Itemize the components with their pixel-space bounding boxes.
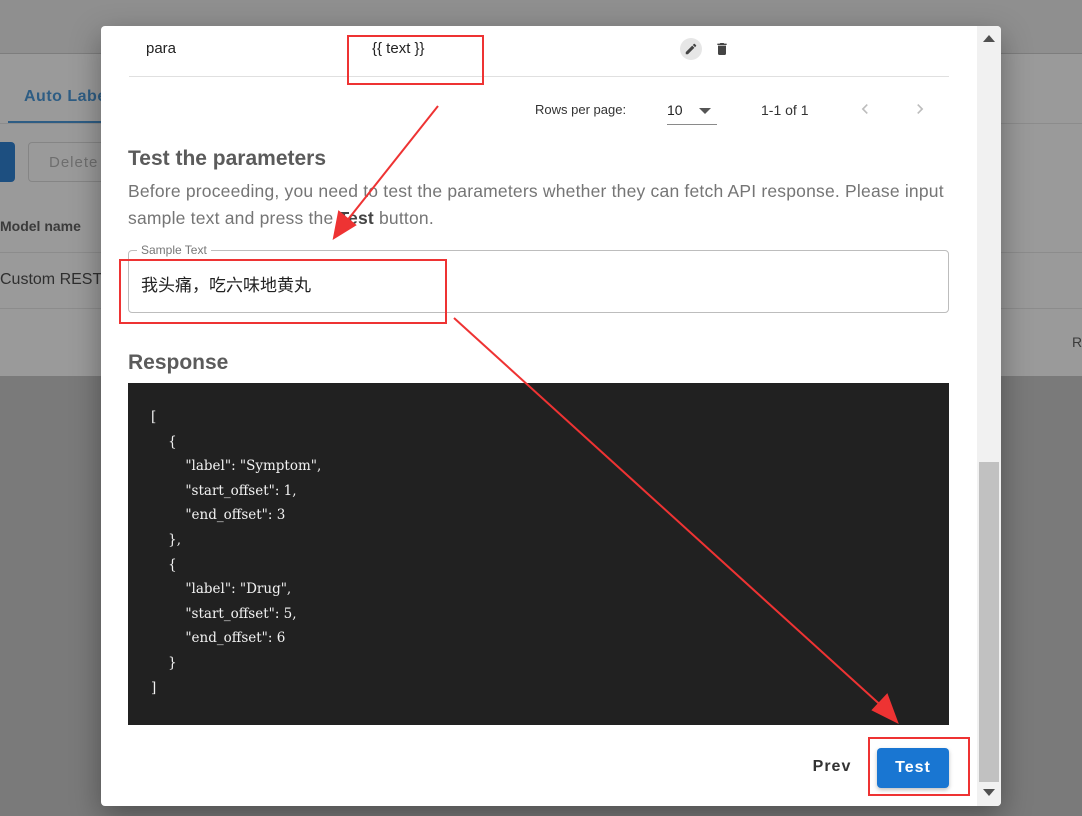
chevron-left-icon xyxy=(861,104,868,114)
test-parameters-description: Before proceeding, you need to test the … xyxy=(128,178,958,232)
delete-param-button[interactable] xyxy=(711,38,733,60)
param-value: {{ text }} xyxy=(372,40,425,57)
response-output: [ { "label": "Symptom", "start_offset": … xyxy=(128,383,949,725)
pagination-range: 1-1 of 1 xyxy=(761,102,809,118)
response-json: [ { "label": "Symptom", "start_offset": … xyxy=(151,409,322,696)
description-text: Before proceeding, you need to test the … xyxy=(128,181,944,228)
test-parameters-title: Test the parameters xyxy=(128,147,327,170)
edit-param-button[interactable] xyxy=(680,38,702,60)
rows-per-page-label: Rows per page: xyxy=(535,102,627,117)
dialog-content: para {{ text }} Rows per page: 10 1-1 of… xyxy=(101,26,977,806)
background-primary-button xyxy=(0,142,15,182)
sample-text-field[interactable]: Sample Text 我头痛，吃六味地黄丸 xyxy=(128,243,949,313)
description-bold: Test xyxy=(338,208,374,228)
params-table-row: para {{ text }} xyxy=(129,26,949,77)
response-title: Response xyxy=(128,351,229,374)
trash-icon xyxy=(717,43,727,55)
next-page-button[interactable] xyxy=(910,99,930,119)
scrollbar-thumb[interactable] xyxy=(979,462,999,782)
auto-labeling-dialog: para {{ text }} Rows per page: 10 1-1 of… xyxy=(101,26,1001,806)
test-button[interactable]: Test xyxy=(877,748,949,788)
table-pagination: Rows per page: 10 1-1 of 1 xyxy=(129,77,949,137)
description-text-end: button. xyxy=(373,208,434,228)
background-tab-auto-labeling: Auto Labe xyxy=(24,88,107,105)
sample-text-label: Sample Text xyxy=(137,243,211,257)
background-column-header: Model name xyxy=(0,218,81,234)
scroll-down-arrow-icon[interactable] xyxy=(983,789,995,796)
sample-text-input[interactable]: 我头痛，吃六味地黄丸 xyxy=(141,271,311,296)
scroll-up-arrow-icon[interactable] xyxy=(983,35,995,42)
previous-page-button[interactable] xyxy=(855,99,875,119)
background-trailing-text: R xyxy=(1072,334,1082,350)
rows-per-page-select[interactable]: 10 xyxy=(667,97,717,125)
pencil-icon xyxy=(685,43,697,55)
chevron-right-icon xyxy=(917,104,924,114)
caret-down-icon xyxy=(699,108,711,114)
rows-per-page-value: 10 xyxy=(667,102,683,118)
prev-button[interactable]: Prev xyxy=(806,748,858,786)
param-name: para xyxy=(146,40,177,57)
dialog-scrollbar[interactable] xyxy=(977,26,1001,806)
